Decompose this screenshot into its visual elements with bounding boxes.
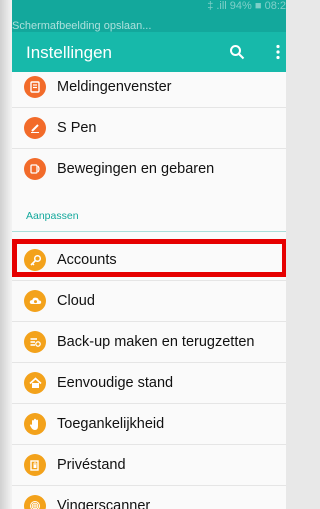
- list-item-accessibility[interactable]: Toegankelijkheid: [0, 403, 286, 445]
- fingerprint-icon: [24, 495, 46, 509]
- motion-gesture-icon: [24, 158, 46, 180]
- list-item-label: Eenvoudige stand: [57, 375, 174, 391]
- easy-mode-icon: [24, 372, 46, 394]
- hand-icon: [24, 413, 46, 435]
- highlight-box: [12, 239, 286, 277]
- list-item-s-pen[interactable]: S Pen: [0, 107, 286, 149]
- screen-edge-shadow: [0, 0, 12, 509]
- list-item-label: Back-up maken en terugzetten: [57, 334, 255, 350]
- list-item-label: Vingerscanner: [57, 498, 151, 509]
- search-icon[interactable]: [226, 41, 248, 63]
- notification-panel-icon: [24, 76, 46, 98]
- status-bar: Schermafbeelding opslaan... ‡ .ill 94% ■…: [0, 0, 286, 32]
- list-item-cloud[interactable]: Cloud: [0, 280, 286, 322]
- page-title: Instellingen: [26, 43, 113, 62]
- list-item-meldingenvenster[interactable]: Meldingenvenster: [0, 66, 286, 108]
- list-item-label: Meldingenvenster: [57, 79, 172, 95]
- list-item-label: S Pen: [57, 120, 97, 136]
- list-item-label: Privéstand: [57, 457, 126, 473]
- section-header: Aanpassen: [26, 210, 79, 222]
- status-indicators: ‡ .ill 94% ■ 08:2: [207, 0, 286, 12]
- more-vert-icon[interactable]: [267, 41, 286, 63]
- cloud-icon: [24, 290, 46, 312]
- list-item-bewegingen[interactable]: Bewegingen en gebaren: [0, 148, 286, 190]
- settings-screen: Schermafbeelding opslaan... ‡ .ill 94% ■…: [0, 0, 286, 509]
- list-item-easy-mode[interactable]: Eenvoudige stand: [0, 362, 286, 404]
- list-item-backup[interactable]: Back-up maken en terugzetten: [0, 321, 286, 363]
- section-divider: [12, 231, 286, 232]
- list-item-label: Toegankelijkheid: [57, 416, 165, 432]
- private-mode-icon: [24, 454, 46, 476]
- list-item-label: Cloud: [57, 293, 95, 309]
- list-item-private-mode[interactable]: Privéstand: [0, 444, 286, 486]
- status-notification-text: Schermafbeelding opslaan...: [12, 20, 152, 32]
- list-item-fingerprint[interactable]: Vingerscanner: [0, 485, 286, 509]
- s-pen-icon: [24, 117, 46, 139]
- backup-icon: [24, 331, 46, 353]
- list-item-label: Bewegingen en gebaren: [57, 161, 215, 177]
